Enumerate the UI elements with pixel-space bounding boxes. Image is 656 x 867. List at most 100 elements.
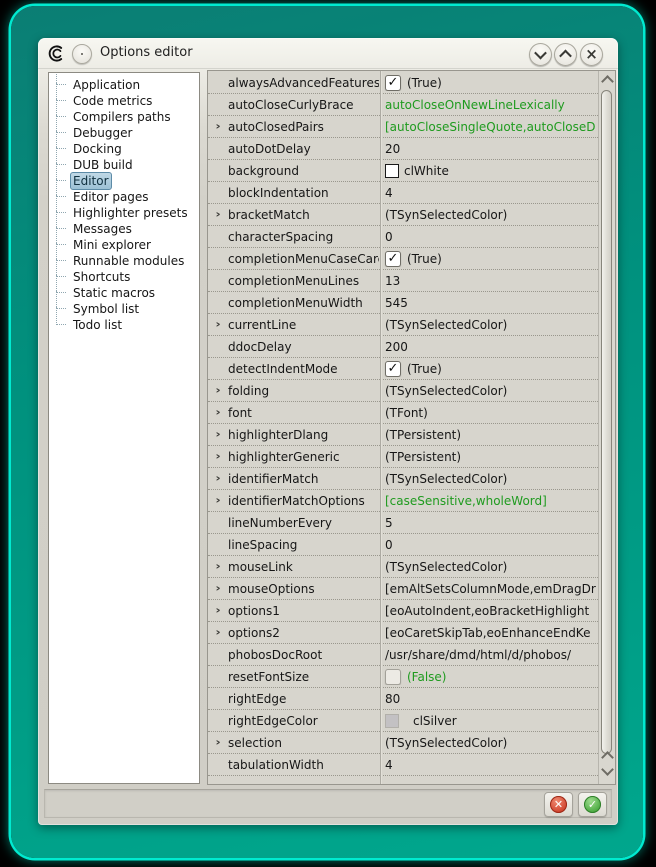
scrollbar-thumb[interactable] — [601, 90, 612, 754]
tree-item-compilers-paths[interactable]: Compilers paths — [49, 108, 199, 124]
property-row-rightedgecolor[interactable]: rightEdgeColorclSilver — [208, 710, 598, 732]
minimize-button[interactable] — [529, 43, 552, 66]
property-value[interactable]: (TFont) — [379, 406, 598, 420]
property-value[interactable]: /usr/share/dmd/html/d/phobos/ — [379, 648, 598, 662]
property-value[interactable]: 20 — [379, 142, 598, 156]
tree-item-editor-pages[interactable]: Editor pages — [49, 188, 199, 204]
property-value[interactable]: [emAltSetsColumnMode,emDragDr — [379, 582, 598, 596]
close-button[interactable]: × — [580, 43, 603, 66]
tree-item-editor[interactable]: Editor — [49, 172, 199, 188]
window-menu-button[interactable] — [72, 44, 92, 64]
tree-item-runnable-modules[interactable]: Runnable modules — [49, 252, 199, 268]
property-value[interactable]: (TPersistent) — [379, 450, 598, 464]
property-value[interactable]: (False) — [379, 669, 598, 685]
property-row-autoclosecurlybrace[interactable]: autoCloseCurlyBraceautoCloseOnNewLineLex… — [208, 94, 598, 116]
property-value[interactable]: [caseSensitive,wholeWord] — [379, 494, 598, 508]
checkbox-unchecked[interactable] — [385, 669, 401, 685]
maximize-button[interactable] — [554, 43, 577, 66]
property-row-folding[interactable]: ›folding(TSynSelectedColor) — [208, 380, 598, 402]
vertical-scrollbar[interactable] — [598, 71, 615, 784]
property-value[interactable]: (TSynSelectedColor) — [379, 560, 598, 574]
property-row-highlighterdlang[interactable]: ›highlighterDlang(TPersistent) — [208, 424, 598, 446]
property-row-background[interactable]: backgroundclWhite — [208, 160, 598, 182]
expand-arrow-icon[interactable]: › — [208, 491, 228, 511]
property-row-options1[interactable]: ›options1[eoAutoIndent,eoBracketHighligh… — [208, 600, 598, 622]
property-row-tabulationwidth[interactable]: tabulationWidth4 — [208, 754, 598, 776]
property-value[interactable]: [eoAutoIndent,eoBracketHighlight — [379, 604, 598, 618]
color-swatch[interactable] — [385, 164, 399, 178]
expand-arrow-icon[interactable]: › — [208, 557, 228, 577]
property-value[interactable]: 0 — [379, 538, 598, 552]
property-value[interactable]: [eoCaretSkipTab,eoEnhanceEndKe — [379, 626, 598, 640]
property-row-phobosdocroot[interactable]: phobosDocRoot/usr/share/dmd/html/d/phobo… — [208, 644, 598, 666]
property-row-bracketmatch[interactable]: ›bracketMatch(TSynSelectedColor) — [208, 204, 598, 226]
property-value[interactable]: 4 — [379, 186, 598, 200]
property-row-font[interactable]: ›font(TFont) — [208, 402, 598, 424]
property-value[interactable]: 0 — [379, 230, 598, 244]
property-value[interactable]: 5 — [379, 516, 598, 530]
property-value[interactable]: (TSynSelectedColor) — [379, 736, 598, 750]
property-row-highlightergeneric[interactable]: ›highlighterGeneric(TPersistent) — [208, 446, 598, 468]
property-row-completionmenucasecare[interactable]: completionMenuCaseCare✓(True) — [208, 248, 598, 270]
property-value[interactable]: 4 — [379, 758, 598, 772]
property-row-autodotdelay[interactable]: autoDotDelay20 — [208, 138, 598, 160]
expand-arrow-icon[interactable]: › — [208, 601, 228, 621]
property-row-mouseoptions[interactable]: ›mouseOptions[emAltSetsColumnMode,emDrag… — [208, 578, 598, 600]
property-row-ddocdelay[interactable]: ddocDelay200 — [208, 336, 598, 358]
expand-arrow-icon[interactable]: › — [208, 579, 228, 599]
cancel-button[interactable]: ✕ — [544, 792, 573, 817]
titlebar[interactable]: Options editor × — [38, 38, 618, 69]
expand-arrow-icon[interactable]: › — [208, 623, 228, 643]
property-row-completionmenulines[interactable]: completionMenuLines13 — [208, 270, 598, 292]
tree-item-code-metrics[interactable]: Code metrics — [49, 92, 199, 108]
property-value[interactable]: autoCloseOnNewLineLexically — [379, 98, 598, 112]
property-row-linespacing[interactable]: lineSpacing0 — [208, 534, 598, 556]
tree-item-application[interactable]: Application — [49, 76, 199, 92]
property-value[interactable]: 200 — [379, 340, 598, 354]
property-value[interactable]: clSilver — [379, 714, 598, 728]
expand-arrow-icon[interactable]: › — [208, 117, 228, 137]
property-value[interactable]: (TSynSelectedColor) — [379, 318, 598, 332]
color-swatch[interactable] — [385, 714, 399, 728]
accept-button[interactable]: ✓ — [578, 792, 607, 817]
property-row-mouselink[interactable]: ›mouseLink(TSynSelectedColor) — [208, 556, 598, 578]
property-value[interactable]: (TSynSelectedColor) — [379, 208, 598, 222]
property-row-options2[interactable]: ›options2[eoCaretSkipTab,eoEnhanceEndKe — [208, 622, 598, 644]
tree-item-mini-explorer[interactable]: Mini explorer — [49, 236, 199, 252]
scroll-down-icon[interactable] — [601, 763, 614, 776]
property-row-identifiermatchoptions[interactable]: ›identifierMatchOptions[caseSensitive,wh… — [208, 490, 598, 512]
property-value[interactable]: (TSynSelectedColor) — [379, 472, 598, 486]
checkbox-checked[interactable]: ✓ — [385, 251, 401, 267]
expand-arrow-icon[interactable]: › — [208, 403, 228, 423]
checkbox-checked[interactable]: ✓ — [385, 75, 401, 91]
property-row-selection[interactable]: ›selection(TSynSelectedColor) — [208, 732, 598, 754]
property-grid[interactable]: alwaysAdvancedFeatures✓(True)autoCloseCu… — [207, 70, 616, 785]
expand-arrow-icon[interactable]: › — [208, 315, 228, 335]
property-value[interactable]: 545 — [379, 296, 598, 310]
scroll-up-icon[interactable] — [601, 75, 614, 88]
tree-item-highlighter-presets[interactable]: Highlighter presets — [49, 204, 199, 220]
property-row-detectindentmode[interactable]: detectIndentMode✓(True) — [208, 358, 598, 380]
expand-arrow-icon[interactable]: › — [208, 205, 228, 225]
property-row-linenumberevery[interactable]: lineNumberEvery5 — [208, 512, 598, 534]
property-row-autoclosedpairs[interactable]: ›autoClosedPairs[autoCloseSingleQuote,au… — [208, 116, 598, 138]
tree-item-dub-build[interactable]: DUB build — [49, 156, 199, 172]
property-value[interactable]: 13 — [379, 274, 598, 288]
property-row-blockindentation[interactable]: blockIndentation4 — [208, 182, 598, 204]
property-row-rightedge[interactable]: rightEdge80 — [208, 688, 598, 710]
expand-arrow-icon[interactable]: › — [208, 469, 228, 489]
property-row-resetfontsize[interactable]: resetFontSize(False) — [208, 666, 598, 688]
tree-item-todo-list[interactable]: Todo list — [49, 316, 199, 332]
property-value[interactable]: (TPersistent) — [379, 428, 598, 442]
tree-item-messages[interactable]: Messages — [49, 220, 199, 236]
expand-arrow-icon[interactable]: › — [208, 733, 228, 753]
property-row-identifiermatch[interactable]: ›identifierMatch(TSynSelectedColor) — [208, 468, 598, 490]
expand-arrow-icon[interactable]: › — [208, 447, 228, 467]
tree-item-symbol-list[interactable]: Symbol list — [49, 300, 199, 316]
expand-arrow-icon[interactable]: › — [208, 425, 228, 445]
tree-item-shortcuts[interactable]: Shortcuts — [49, 268, 199, 284]
options-tree[interactable]: ApplicationCode metricsCompilers pathsDe… — [48, 72, 200, 784]
checkbox-checked[interactable]: ✓ — [385, 361, 401, 377]
property-value[interactable]: ✓(True) — [379, 75, 598, 91]
property-value[interactable]: clWhite — [379, 164, 598, 178]
